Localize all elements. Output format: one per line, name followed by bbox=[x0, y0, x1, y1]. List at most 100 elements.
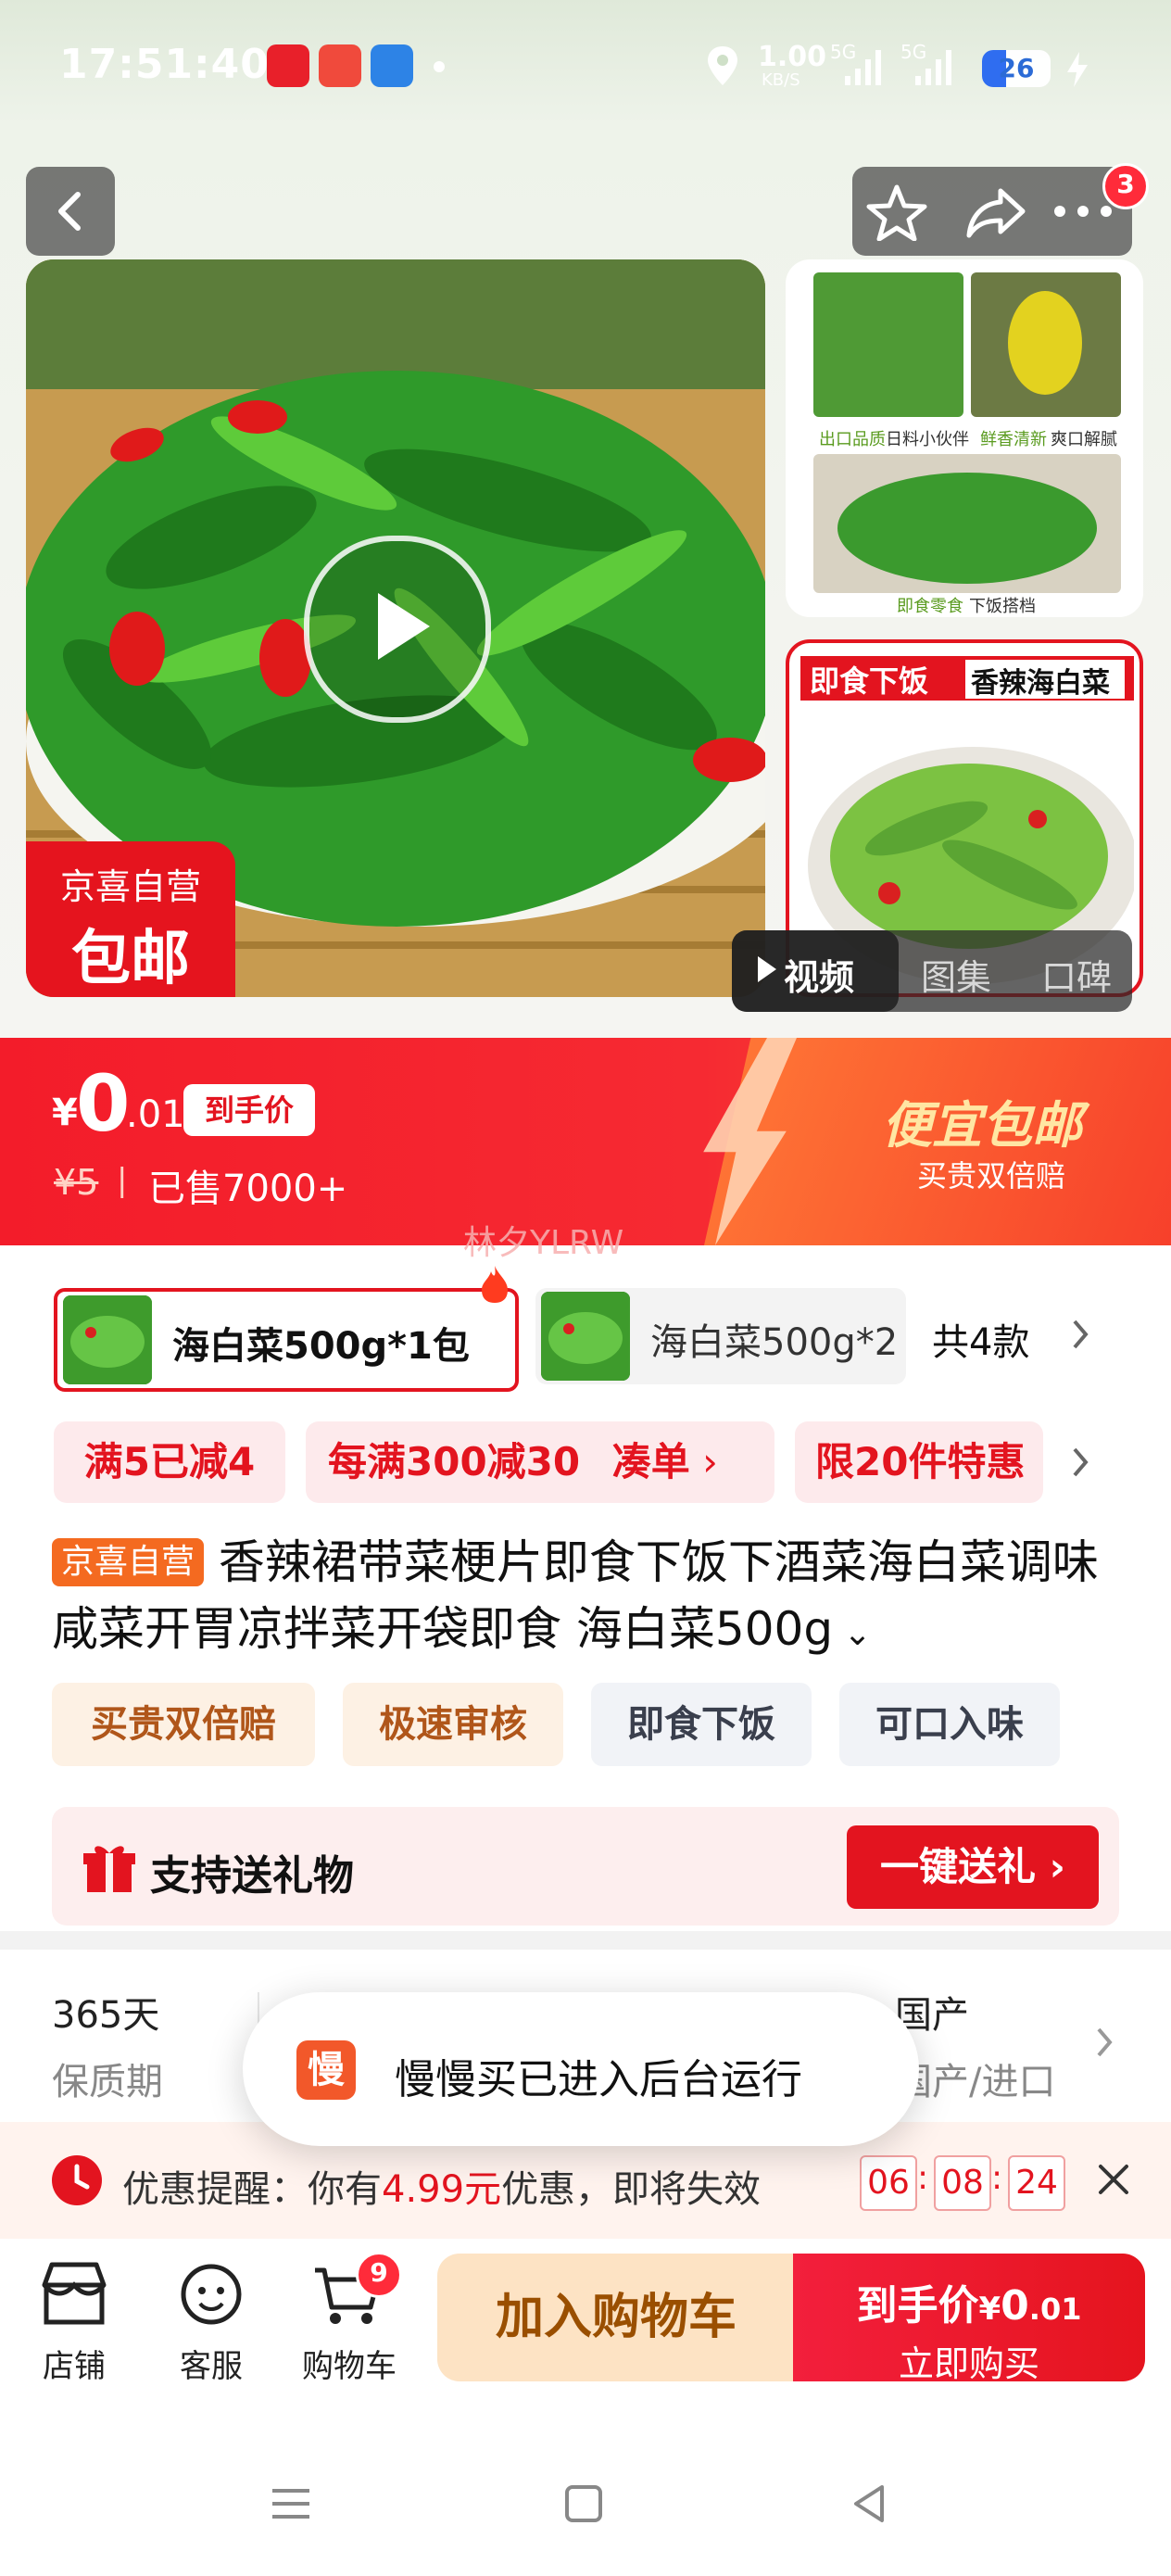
gift-icon bbox=[83, 1846, 135, 1892]
sku-option[interactable]: 海白菜500g*2 bbox=[535, 1288, 906, 1384]
countdown-minutes: 08 bbox=[934, 2155, 991, 2211]
store-icon bbox=[42, 2262, 107, 2325]
add-to-cart-button[interactable]: 加入购物车 bbox=[437, 2254, 795, 2381]
service-chip: 极速审核 bbox=[343, 1683, 563, 1766]
price-decimal: .01 bbox=[126, 1093, 185, 1136]
customer-service-button[interactable]: 客服 bbox=[170, 2257, 252, 2387]
sku-thumbnail bbox=[63, 1295, 152, 1384]
buy-price-integer: 0 bbox=[1001, 2282, 1029, 2330]
buy-now-label: 立即购买 bbox=[898, 2343, 1039, 2384]
sku-thumbnail bbox=[541, 1292, 630, 1381]
battery-level: 26 bbox=[998, 53, 1035, 83]
close-icon[interactable] bbox=[1093, 2159, 1134, 2200]
shelf-life-label: 保质期 bbox=[52, 2061, 163, 2103]
sku-label: 海白菜500g*1包 bbox=[172, 1325, 470, 1368]
price-currency: ¥ bbox=[52, 1092, 78, 1134]
clock-icon bbox=[52, 2155, 102, 2205]
badge-line2: 包邮 bbox=[71, 925, 190, 993]
cart-count-badge: 9 bbox=[356, 2252, 402, 2298]
signal-icon bbox=[845, 50, 881, 85]
thumb-caption: 日料小伙伴 bbox=[886, 430, 969, 449]
hot-flame-icon bbox=[482, 1266, 508, 1303]
send-gift-button[interactable]: 一键送礼 › bbox=[847, 1825, 1099, 1909]
buy-price-line: 到手价¥0.01 bbox=[793, 2272, 1145, 2331]
chevron-right-icon[interactable] bbox=[1093, 2024, 1115, 2061]
price-separator: | bbox=[117, 1162, 128, 1199]
back-button[interactable] bbox=[26, 167, 115, 256]
add-on-link[interactable]: 凑单 bbox=[612, 1439, 690, 1484]
net-speed: 1.00 bbox=[758, 41, 827, 73]
notification-badge: 3 bbox=[1102, 163, 1149, 209]
app-notification-icon bbox=[267, 44, 309, 87]
location-icon bbox=[708, 46, 737, 85]
reminder-suffix: 优惠，即将失效 bbox=[501, 2168, 762, 2211]
chevron-left-icon bbox=[58, 192, 81, 231]
play-small-icon bbox=[758, 956, 776, 982]
product-title: 京喜自营 香辣裙带菜梗片即食下饭下酒菜海白菜调味咸菜开胃凉拌菜开袋即食 海白菜5… bbox=[52, 1529, 1127, 1668]
reminder-text: 优惠提醒：你有4.99元优惠，即将失效 bbox=[122, 2159, 761, 2213]
send-gift-label: 一键送礼 bbox=[880, 1844, 1037, 1889]
more-icon[interactable] bbox=[1051, 195, 1115, 228]
buy-now-button[interactable]: 到手价¥0.01 立即购买 bbox=[793, 2254, 1145, 2384]
promo-limited[interactable]: 限20件特惠 bbox=[795, 1421, 1043, 1503]
status-bar: 17:51:40 1.00 KB/S 5G 5G 26 bbox=[0, 0, 1171, 139]
promo-per-300[interactable]: 每满300减30 凑单 › bbox=[306, 1421, 774, 1503]
play-icon bbox=[378, 593, 430, 660]
charging-icon bbox=[1067, 52, 1088, 87]
thumb-caption: 下饭搭档 bbox=[969, 597, 1036, 616]
expand-chevron-icon[interactable]: ⌄ bbox=[833, 1615, 872, 1653]
buy-price-currency: ¥ bbox=[978, 2291, 1001, 2328]
store-tag: 京喜自营 bbox=[52, 1538, 205, 1586]
app-notification-icon bbox=[371, 44, 413, 87]
origin-label: 国产/进口 bbox=[895, 2061, 1056, 2103]
countdown-colon: : bbox=[991, 2159, 1003, 2197]
promo-title: 便宜包邮 bbox=[882, 1096, 1082, 1155]
thumb-caption: 出口品质 bbox=[819, 430, 886, 449]
background-run-toast: 慢 慢慢买已进入后台运行 bbox=[243, 1992, 919, 2146]
original-price: ¥5 bbox=[54, 1162, 99, 1203]
sku-total[interactable]: 共4款 bbox=[932, 1312, 1029, 1366]
service-label: 客服 bbox=[180, 2348, 243, 2385]
cart-label: 购物车 bbox=[302, 2348, 397, 2385]
section-divider bbox=[0, 1931, 1171, 1950]
tab-video-label: 视频 bbox=[784, 957, 855, 998]
more-notifications-dot bbox=[434, 61, 445, 72]
thumb-caption: 即食零食 bbox=[897, 597, 963, 616]
countdown-seconds: 24 bbox=[1008, 2155, 1065, 2211]
manmanmai-app-icon: 慢 bbox=[296, 2040, 356, 2100]
tab-gallery[interactable]: 图集 bbox=[921, 949, 991, 1000]
buy-price-label: 到手价 bbox=[856, 2282, 979, 2330]
thumb-caption: 鲜香清新 bbox=[980, 430, 1047, 449]
chevron-right-icon[interactable] bbox=[1069, 1444, 1091, 1481]
shelf-life-value: 365天 bbox=[52, 1994, 160, 2037]
thumb-caption: 爽口解腻 bbox=[1051, 430, 1117, 449]
badge-line1: 京喜自营 bbox=[59, 866, 201, 907]
favorite-star-icon[interactable] bbox=[863, 182, 930, 241]
countdown-hours: 06 bbox=[860, 2155, 917, 2211]
menu-icon[interactable] bbox=[267, 2480, 315, 2528]
jingxi-free-shipping-badge: 京喜自营 包邮 bbox=[26, 841, 235, 997]
promo-full-reduction[interactable]: 满5已减4 bbox=[54, 1421, 285, 1503]
tab-reviews[interactable]: 口碑 bbox=[1041, 949, 1112, 1000]
back-triangle-icon[interactable] bbox=[845, 2480, 893, 2528]
watermark-text: 林夕YLRW bbox=[463, 1224, 624, 1262]
media-tabs: 视频 图集 口碑 bbox=[732, 930, 1132, 1012]
chevron-right-icon[interactable] bbox=[1069, 1316, 1091, 1353]
product-title-text: 香辣裙带菜梗片即食下饭下酒菜海白菜调味咸菜开胃凉拌菜开袋即食 海白菜500g bbox=[52, 1535, 1099, 1656]
buy-price-decimal: .01 bbox=[1028, 2292, 1082, 2327]
thumb-banner-left: 即食下饭 bbox=[810, 663, 929, 699]
sold-count: 已售7000+ bbox=[148, 1168, 348, 1210]
share-icon[interactable] bbox=[963, 182, 1030, 241]
service-chip: 买贵双倍赔 bbox=[52, 1683, 315, 1766]
app-notification-icon bbox=[319, 44, 361, 87]
home-icon[interactable] bbox=[560, 2480, 608, 2528]
feature-chip: 可口入味 bbox=[839, 1683, 1060, 1766]
gallery-thumbnail-1[interactable]: 出口品质 日料小伙伴 鲜香清新 爽口解腻 即食零食 下饭搭档 bbox=[786, 259, 1143, 617]
store-button[interactable]: 店铺 bbox=[33, 2257, 115, 2387]
countdown-colon: : bbox=[917, 2159, 929, 2197]
toast-text: 慢慢买已进入后台运行 bbox=[395, 2056, 802, 2103]
signal-icon bbox=[915, 50, 951, 85]
net-speed-unit: KB/S bbox=[762, 70, 800, 90]
service-icon bbox=[181, 2264, 242, 2325]
sku-option-selected[interactable]: 海白菜500g*1包 bbox=[54, 1288, 519, 1392]
